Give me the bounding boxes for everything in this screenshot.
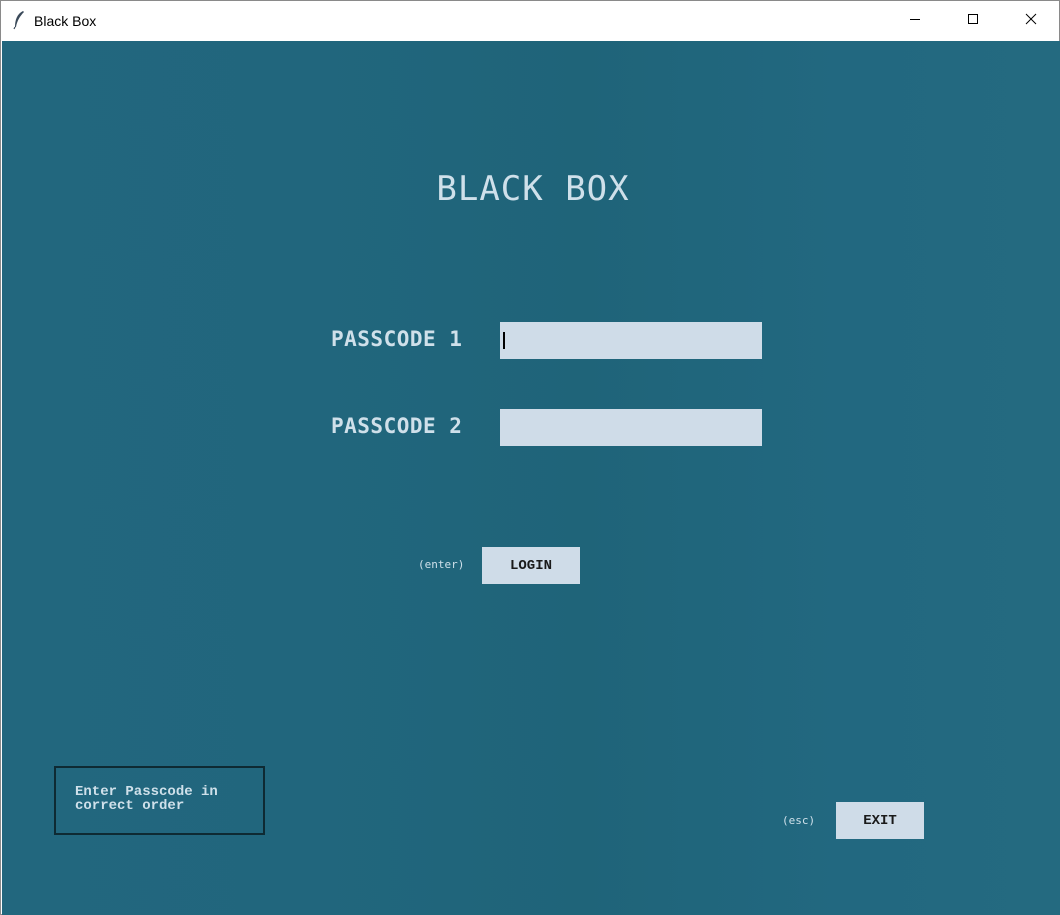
- maximize-icon: [967, 12, 979, 30]
- window-title: Black Box: [34, 13, 97, 29]
- text-cursor: [503, 332, 505, 349]
- passcode-1-input[interactable]: [500, 322, 762, 359]
- exit-shortcut-hint: (esc): [782, 814, 816, 827]
- feather-icon: [12, 10, 26, 30]
- close-icon: [1025, 12, 1037, 30]
- maximize-button[interactable]: [944, 1, 1002, 40]
- close-button[interactable]: [1002, 1, 1060, 40]
- exit-button[interactable]: EXIT: [836, 802, 924, 839]
- minimize-icon: [909, 12, 921, 30]
- app-heading: BLACK BOX: [436, 169, 630, 209]
- passcode-1-label: PASSCODE 1: [331, 327, 463, 351]
- login-button[interactable]: LOGIN: [482, 547, 580, 584]
- passcode-2-input[interactable]: [500, 409, 762, 446]
- minimize-button[interactable]: [886, 1, 944, 40]
- login-shortcut-hint: (enter): [418, 558, 465, 571]
- main-panel: BLACK BOX PASSCODE 1 PASSCODE 2 (enter) …: [2, 41, 1060, 915]
- app-window: Black Box BLACK BOX PASSCODE 1 PASSCODE …: [0, 0, 1060, 915]
- status-message: Enter Passcode in correct order: [54, 766, 265, 835]
- title-bar: Black Box: [1, 1, 1059, 40]
- passcode-2-label: PASSCODE 2: [331, 414, 463, 438]
